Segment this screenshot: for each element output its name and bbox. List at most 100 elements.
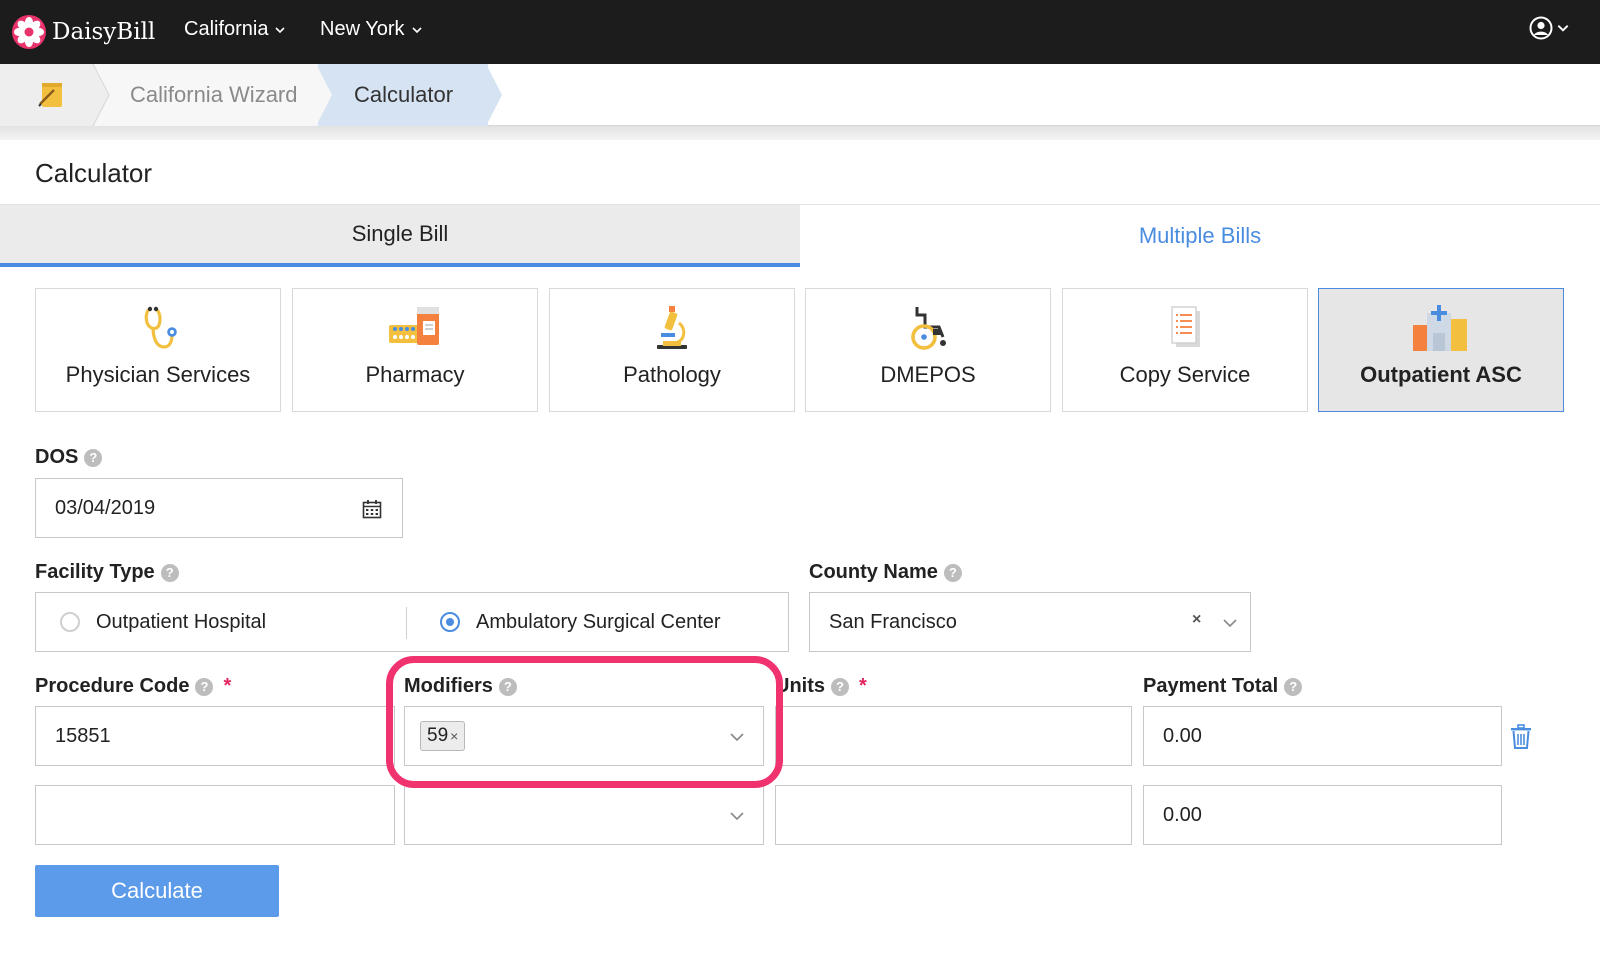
nav-menu-new-york[interactable]: New York	[320, 18, 423, 41]
chevron-down-icon	[1557, 25, 1569, 32]
breadcrumb-arrow	[316, 64, 332, 126]
calculator-tabs: Single Bill Multiple Bills	[0, 204, 1600, 267]
section-divider	[0, 126, 1600, 140]
radio-label: Outpatient Hospital	[96, 610, 267, 633]
clear-icon[interactable]: ×	[1192, 611, 1201, 629]
breadcrumb-calculator: Calculator	[318, 64, 488, 126]
dos-label: DOS ?	[35, 446, 103, 469]
breadcrumb-arrow	[92, 64, 110, 126]
trash-icon[interactable]	[1510, 724, 1532, 750]
radio-divider	[406, 607, 407, 639]
modifiers-label: Modifiers ?	[404, 675, 517, 698]
service-card-dmepos[interactable]: DMEPOS	[805, 288, 1051, 412]
nav-menu-california[interactable]: California	[184, 18, 286, 41]
dos-value: 03/04/2019	[55, 496, 156, 519]
help-icon[interactable]: ?	[831, 677, 849, 696]
units-input[interactable]	[775, 785, 1132, 845]
service-card-physician-services[interactable]: Physician Services	[35, 288, 281, 412]
service-card-label: Copy Service	[1119, 362, 1251, 387]
radio-label: Ambulatory Surgical Center	[476, 610, 721, 633]
help-icon[interactable]: ?	[498, 677, 517, 696]
document-copy-icon	[1171, 306, 1200, 347]
chevron-down-icon	[275, 26, 286, 33]
modifier-tag-value: 59	[427, 725, 449, 746]
chevron-down-icon[interactable]	[729, 729, 745, 745]
county-name-label-text: County Name	[809, 561, 938, 583]
notepad-pencil-icon	[38, 83, 62, 107]
dos-date-field[interactable]: 03/04/2019	[35, 478, 403, 538]
service-card-pathology[interactable]: Pathology	[549, 288, 795, 412]
facility-type-radio-group: Outpatient Hospital Ambulatory Surgical …	[35, 592, 789, 652]
brand-logo[interactable]: DaisyBill	[12, 14, 155, 50]
radio-outpatient-hospital[interactable]: Outpatient Hospital	[60, 593, 266, 651]
procedure-code-label: Procedure Code ? *	[35, 675, 231, 698]
breadcrumb-california-wizard[interactable]: California Wizard	[94, 64, 320, 126]
daisy-logo-icon	[12, 15, 46, 49]
remove-tag-icon[interactable]: ×	[450, 728, 458, 744]
tab-multiple-bills[interactable]: Multiple Bills	[800, 205, 1600, 267]
radio-selected-icon	[440, 612, 460, 632]
payment-total-label: Payment Total ?	[1143, 675, 1303, 698]
radio-ambulatory-surgical-center[interactable]: Ambulatory Surgical Center	[440, 593, 721, 651]
nav-menu-label: New York	[320, 18, 405, 40]
help-icon[interactable]: ?	[1284, 677, 1303, 696]
page-title: Calculator	[35, 158, 153, 188]
breadcrumb: California Wizard Calculator	[0, 64, 1600, 126]
service-card-outpatient-asc[interactable]: Outpatient ASC	[1318, 288, 1564, 412]
procedure-code-input[interactable]	[35, 785, 395, 845]
required-marker: *	[223, 675, 232, 697]
help-icon[interactable]: ?	[943, 563, 962, 582]
radio-unselected-icon	[60, 612, 80, 632]
service-card-copy-service[interactable]: Copy Service	[1062, 288, 1308, 412]
breadcrumb-label: California Wizard	[130, 82, 298, 107]
service-card-label: Outpatient ASC	[1360, 362, 1522, 387]
brand-name: DaisyBill	[52, 19, 156, 45]
facility-type-label-text: Facility Type	[35, 561, 155, 583]
payment-total-label-text: Payment Total	[1143, 675, 1279, 697]
chevron-down-icon	[411, 26, 422, 33]
help-icon[interactable]: ?	[160, 563, 179, 582]
nav-menu-label: California	[184, 18, 269, 40]
breadcrumb-arrow	[486, 64, 502, 126]
pharmacy-icon	[389, 307, 439, 345]
dos-label-text: DOS	[35, 446, 79, 468]
help-icon[interactable]: ?	[84, 448, 103, 467]
stethoscope-icon	[144, 306, 177, 349]
county-name-label: County Name ?	[809, 561, 962, 584]
service-card-label: Physician Services	[65, 362, 251, 387]
service-card-pharmacy[interactable]: Pharmacy	[292, 288, 538, 412]
modifiers-label-text: Modifiers	[404, 675, 493, 697]
modifier-tag: 59 ×	[420, 721, 466, 751]
procedure-code-input[interactable]: 15851	[35, 706, 395, 766]
chevron-down-icon[interactable]	[729, 808, 745, 824]
units-label-text: Units	[775, 675, 825, 697]
calendar-icon[interactable]	[362, 499, 382, 519]
payment-total-field: 0.00	[1143, 706, 1502, 766]
required-marker: *	[859, 675, 867, 697]
hospital-icon	[1413, 305, 1467, 351]
units-input[interactable]	[775, 706, 1132, 766]
tab-single-bill[interactable]: Single Bill	[0, 205, 800, 267]
modifiers-select[interactable]	[404, 785, 764, 845]
units-label: Units ? *	[775, 675, 867, 698]
chevron-down-icon[interactable]	[1222, 615, 1238, 631]
service-card-label: Pharmacy	[365, 362, 465, 387]
payment-total-value: 0.00	[1163, 724, 1202, 747]
county-value: San Francisco	[829, 610, 957, 633]
county-name-select[interactable]: San Francisco ×	[809, 592, 1251, 652]
procedure-code-value: 15851	[55, 724, 111, 747]
facility-type-label: Facility Type ?	[35, 561, 179, 584]
payment-total-field: 0.00	[1143, 785, 1502, 845]
account-menu[interactable]	[1529, 16, 1570, 40]
service-card-label: Pathology	[623, 362, 721, 387]
breadcrumb-label: Calculator	[354, 82, 454, 107]
service-card-label: DMEPOS	[880, 362, 976, 387]
modifiers-select[interactable]: 59 ×	[404, 706, 764, 766]
calculate-button[interactable]: Calculate	[35, 865, 279, 917]
breadcrumb-home[interactable]	[0, 64, 94, 126]
payment-total-value: 0.00	[1163, 803, 1202, 826]
procedure-code-label-text: Procedure Code	[35, 675, 190, 697]
help-icon[interactable]: ?	[195, 677, 214, 696]
user-avatar-icon	[1529, 16, 1553, 40]
wheelchair-icon	[911, 307, 946, 350]
